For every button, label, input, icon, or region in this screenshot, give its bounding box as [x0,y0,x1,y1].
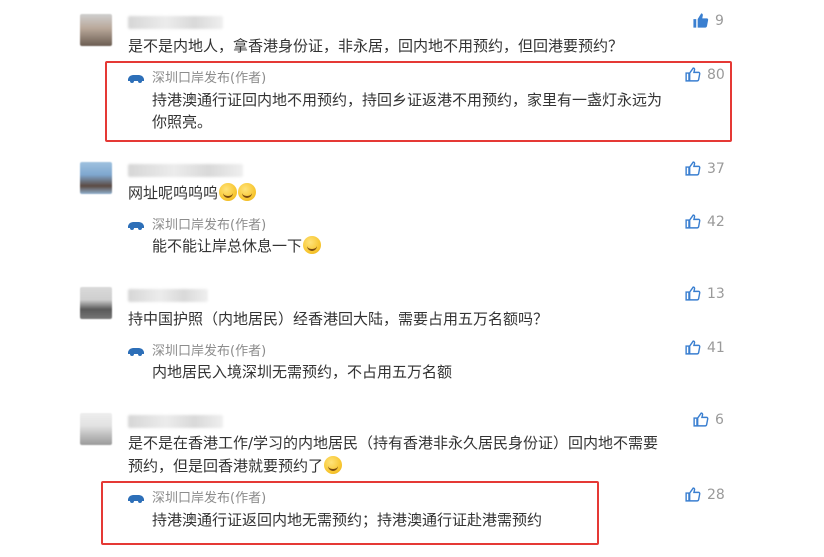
thumbs-up-outline-icon [685,67,701,82]
commenter-name[interactable] [128,164,243,177]
comment-text: 持中国护照（内地居民）经香港回大陆，需要占用五万名额吗？ [128,310,549,328]
comment-text-content: 预约，但是回香港就要预约了 [128,457,324,475]
car-logo-icon [128,222,144,230]
author-avatar [126,342,146,356]
reply-text: 内地居民入境深圳无需预约，不占用五万名额 [152,363,453,381]
reply-text: 能不能让岸总休息一下 [152,235,322,257]
comment-text: 网址呢呜呜呜 [128,182,257,204]
thumbs-up-outline-icon [685,487,701,502]
avatar[interactable] [80,287,112,319]
like-count: 9 [715,12,724,29]
like-count: 13 [707,285,725,302]
like-count: 42 [707,213,725,230]
comment-text: 是不是内地人，拿香港身份证，非永居，回内地不用预约，但回港要预约？ [128,37,624,55]
like-button[interactable]: 42 [684,213,725,230]
avatar[interactable] [80,162,112,194]
comment-text-content: 网址呢呜呜呜 [128,184,219,202]
like-count: 80 [707,66,725,83]
like-button[interactable]: 9 [692,12,724,29]
reply-author[interactable]: 深圳口岸发布(作者) [152,487,266,506]
avatar[interactable] [80,413,112,445]
author-avatar [126,216,146,230]
reply-author[interactable]: 深圳口岸发布(作者) [152,67,266,86]
like-button[interactable]: 6 [692,411,724,428]
like-button[interactable]: 41 [684,339,725,356]
reply-text-line: 持港澳通行证回内地不用预约，持回乡证返港不用预约，家里有一盏灯永远为 [152,91,663,109]
thumbs-up-outline-icon [685,161,701,176]
reply-text-content: 能不能让岸总休息一下 [152,237,303,255]
thumbs-up-icon [693,13,709,28]
reply-author[interactable]: 深圳口岸发布(作者) [152,214,266,233]
like-button[interactable]: 80 [684,66,725,83]
reply-text-line: 你照亮。 [152,113,213,131]
thumbs-up-outline-icon [693,412,709,427]
like-count: 41 [707,339,725,356]
car-logo-icon [128,348,144,356]
like-button[interactable]: 37 [684,160,725,177]
like-count: 28 [707,486,725,503]
reply-text: 持港澳通行证返回内地无需预约；持港澳通行证赴港需预约 [152,511,543,529]
grinning-emoji-icon [324,456,343,474]
commenter-name[interactable] [128,16,223,29]
reply-author[interactable]: 深圳口岸发布(作者) [152,340,266,359]
avatar[interactable] [80,14,112,46]
like-count: 37 [707,160,725,177]
commenter-name[interactable] [128,415,223,428]
thumbs-up-outline-icon [685,286,701,301]
car-logo-icon [128,75,144,83]
thumbs-up-outline-icon [685,340,701,355]
thumbs-up-outline-icon [685,214,701,229]
crying-emoji-icon [238,183,257,201]
comment-text-line: 预约，但是回香港就要预约了 [128,455,343,477]
author-avatar [126,489,146,503]
crying-emoji-icon [219,183,238,201]
pleading-emoji-icon [303,236,322,254]
car-logo-icon [128,495,144,503]
author-avatar [126,69,146,83]
comment-text-line: 是不是在香港工作/学习的内地居民（持有香港非永久居民身份证）回内地不需要 [128,434,659,452]
like-button[interactable]: 13 [684,285,725,302]
commenter-name[interactable] [128,289,208,302]
like-button[interactable]: 28 [684,486,725,503]
like-count: 6 [715,411,724,428]
